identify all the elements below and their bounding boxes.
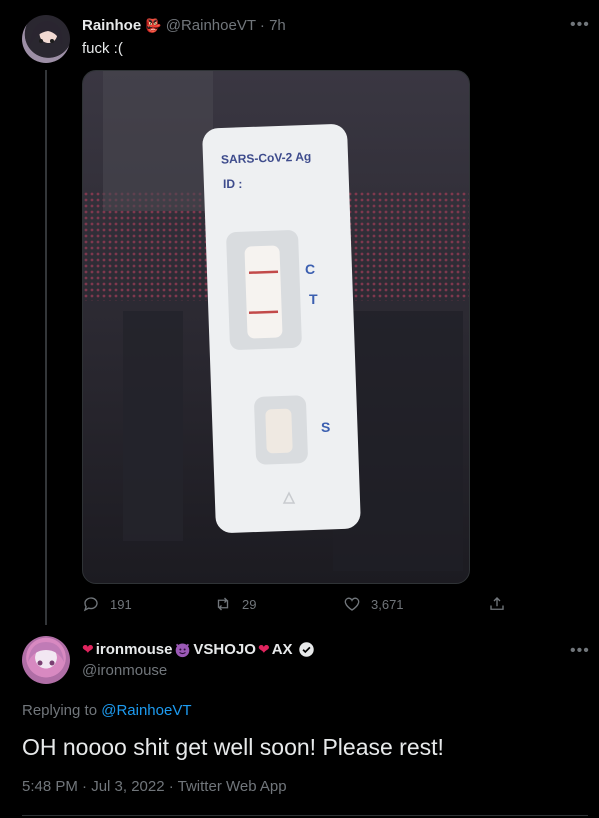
share-icon (490, 597, 504, 610)
handle[interactable]: @RainhoeVT (166, 17, 256, 34)
reply-icon (83, 597, 98, 612)
replying-to: Replying to @RainhoeVT (22, 702, 192, 719)
retweet-action[interactable]: 29 (214, 595, 256, 613)
tweet-header: ❤ ironmouse VSHOJO ❤ AX (82, 641, 315, 658)
tweet-header: Rainhoe 👺 @RainhoeVT · 7h (82, 17, 286, 34)
display-name-suffix-2: AX (271, 641, 293, 658)
devil-emoji-icon (176, 643, 190, 658)
replying-handle-link[interactable]: @RainhoeVT (101, 702, 191, 719)
cassette-mark-t: T (309, 291, 318, 307)
tweet-text: fuck :( (82, 40, 123, 57)
more-options-icon[interactable]: ••• (570, 642, 590, 660)
share-action[interactable] (488, 595, 506, 613)
reply-action[interactable]: 191 (82, 595, 132, 613)
sparkling-heart-icon: ❤ (257, 641, 270, 657)
sparkling-heart-icon: ❤ (82, 641, 94, 657)
display-name-suffix: VSHOJO (193, 641, 256, 658)
dot-separator: · (259, 17, 265, 34)
divider (22, 815, 588, 816)
like-action[interactable]: 3,671 (343, 595, 404, 613)
more-options-icon[interactable]: ••• (570, 16, 590, 34)
heart-icon (344, 597, 360, 611)
emoji-icon: 👺 (145, 18, 162, 33)
retweet-count: 29 (242, 596, 257, 612)
avatar[interactable] (22, 636, 70, 684)
avatar[interactable] (22, 15, 70, 63)
like-count: 3,671 (371, 596, 404, 612)
retweet-icon (217, 597, 229, 611)
display-name[interactable]: Rainhoe (82, 17, 141, 34)
tweet-photo[interactable]: SARS-CoV-2 Ag ID : C T S (82, 70, 470, 584)
cassette-mark-c: C (305, 261, 316, 277)
display-name[interactable]: ironmouse (96, 641, 173, 658)
cassette-id: ID : (223, 177, 243, 191)
reply-count: 191 (110, 596, 132, 612)
tweet-text: OH noooo shit get well soon! Please rest… (22, 734, 444, 760)
timestamp[interactable]: 7h (269, 17, 286, 34)
verified-badge-icon (298, 642, 314, 657)
thread-line (45, 70, 47, 625)
handle[interactable]: @ironmouse (82, 662, 167, 679)
cassette-mark-s: S (321, 419, 331, 435)
replying-label: Replying to (22, 702, 98, 719)
tweet-metadata[interactable]: 5:48 PM · Jul 3, 2022 · Twitter Web App (22, 778, 287, 795)
